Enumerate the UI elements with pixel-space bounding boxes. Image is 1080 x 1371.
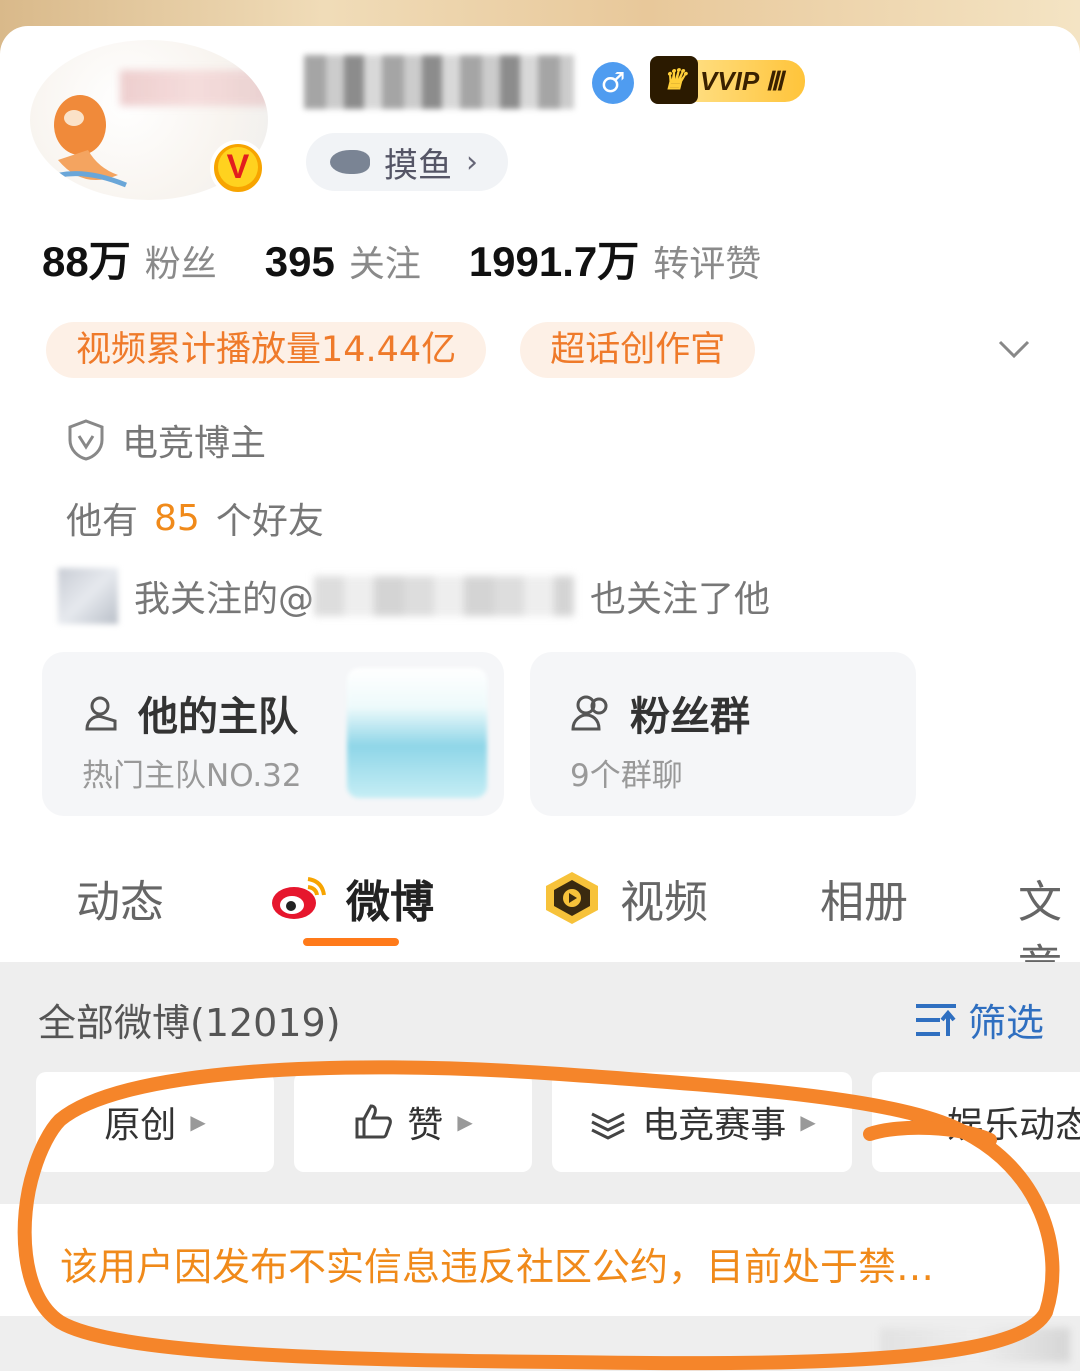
tab-dynamics[interactable]: 动态: [76, 866, 164, 930]
vvip-badge[interactable]: ♛ VVIP Ⅲ: [650, 56, 806, 104]
stat-following-num: 395: [264, 238, 335, 285]
verified-badge: V: [210, 140, 266, 196]
chevron-down-icon[interactable]: [996, 332, 1032, 368]
gender-symbol: ♂: [600, 66, 626, 99]
tab-dynamics-label: 动态: [76, 877, 164, 928]
profile-tabs: 动态 微博 视频 相册 文章: [0, 856, 1080, 992]
filter-icon: [916, 1003, 956, 1036]
stat-interactions-num: 1991.7万: [468, 238, 640, 285]
fans-card-title-text: 粉丝群: [630, 694, 750, 740]
stats-row: 88万 粉丝 395 关注 1991.7万 转评赞: [42, 228, 761, 289]
username-blurred: [304, 55, 574, 109]
crown-icon: ♛: [650, 56, 698, 104]
caret-right-icon: ▶: [457, 1110, 473, 1134]
chevron-right-icon: ›: [466, 144, 478, 180]
team-logo-blurred: [347, 668, 487, 798]
achievement-badges: 视频累计播放量14.44亿 超话创作官: [46, 322, 756, 378]
stat-interactions[interactable]: 1991.7万 转评赞: [469, 228, 761, 289]
filter-button[interactable]: 筛选: [914, 992, 1044, 1047]
super-topic-creator-badge[interactable]: 超话创作官: [520, 322, 756, 378]
chip-liked[interactable]: 赞 ▶: [294, 1072, 532, 1172]
team-icon: [85, 696, 117, 731]
caret-right-icon: ▶: [190, 1110, 206, 1134]
video-icon: [546, 872, 598, 924]
category-label: 电竞博主: [122, 423, 267, 464]
fans-card-subtitle: 9个群聊: [570, 758, 683, 794]
category-row: 电竞博主: [66, 414, 266, 466]
friends-prefix: 他有: [66, 501, 139, 542]
video-plays-badge[interactable]: 视频累计播放量14.44亿: [46, 322, 487, 378]
stat-followers-label: 粉丝: [144, 244, 217, 285]
chip-entertainment-label: 娱乐动态: [947, 1105, 1080, 1146]
weibo-icon: [272, 877, 326, 919]
mutual-suffix: 也关注了他: [590, 579, 771, 620]
watermark-blurred: [880, 1328, 1070, 1362]
chip-entertainment[interactable]: ✧ 娱乐动态: [872, 1072, 1080, 1172]
gender-male-icon: ♂: [592, 62, 634, 104]
filter-label: 筛选: [968, 1001, 1045, 1045]
stat-following-label: 关注: [348, 244, 421, 285]
interest-tag-label: 摸鱼: [384, 145, 452, 186]
stat-followers-num: 88万: [42, 238, 131, 285]
stat-following[interactable]: 395 关注: [265, 235, 421, 287]
caret-right-icon: ▶: [800, 1110, 816, 1134]
tab-video[interactable]: 视频: [542, 866, 708, 930]
active-tab-indicator: [303, 938, 399, 946]
shield-icon: [68, 419, 104, 461]
fans-card-title: 粉丝群: [570, 684, 750, 742]
chip-liked-label: 赞: [407, 1105, 444, 1146]
blurred-sticker: [120, 70, 268, 106]
team-card-title-text: 他的主队: [138, 694, 298, 740]
team-card[interactable]: 他的主队 热门主队NO.32: [42, 652, 504, 816]
friends-row[interactable]: 他有 85 个好友: [66, 492, 324, 544]
tab-album-label: 相册: [820, 877, 908, 928]
layers-icon: [591, 1112, 625, 1140]
chip-original[interactable]: 原创 ▶: [36, 1072, 274, 1172]
like-icon: [355, 1104, 393, 1139]
tab-weibo-label: 微博: [346, 877, 434, 928]
stat-followers[interactable]: 88万 粉丝: [42, 228, 217, 289]
stat-interactions-label: 转评赞: [653, 244, 762, 285]
mutual-name-blurred: [314, 576, 575, 616]
sparkle-icon: ✧: [908, 1104, 934, 1140]
team-card-subtitle: 热门主队NO.32: [82, 758, 302, 794]
mutual-prefix: 我关注的@: [134, 579, 315, 620]
ban-notice: 该用户因发布不实信息违反社区公约，目前处于禁…: [0, 1204, 1080, 1316]
fans-group-icon: [571, 695, 608, 731]
team-card-title: 他的主队: [82, 684, 298, 742]
fans-group-card[interactable]: 粉丝群 9个群聊: [530, 652, 916, 816]
mutual-follow-row[interactable]: 我关注的@ 也关注了他: [58, 568, 770, 624]
tab-album[interactable]: 相册: [820, 866, 908, 930]
feed-filter-chips: 原创 ▶ 赞 ▶ 电竞赛事 ▶ ✧ 娱乐动态: [36, 1072, 1080, 1172]
chip-esports[interactable]: 电竞赛事 ▶: [552, 1072, 852, 1172]
tab-weibo[interactable]: 微博: [270, 866, 434, 930]
interest-tag-pill[interactable]: 摸鱼 ›: [306, 133, 508, 191]
koi-art-icon: [42, 95, 127, 188]
mutual-avatar-blurred: [58, 568, 118, 624]
ban-notice-text: 该用户因发布不实信息违反社区公约，目前处于禁…: [60, 1245, 935, 1289]
friends-count: 85: [154, 497, 200, 539]
fish-icon: [330, 150, 370, 174]
vvip-label: VVIP Ⅲ: [700, 66, 784, 96]
tab-video-label: 视频: [620, 877, 708, 928]
verified-letter: V: [218, 147, 258, 187]
chip-original-label: 原创: [104, 1105, 177, 1146]
friends-suffix: 个好友: [215, 501, 324, 542]
feed-count-label: 全部微博(12019): [38, 1001, 341, 1045]
chip-esports-label: 电竞赛事: [642, 1105, 787, 1146]
